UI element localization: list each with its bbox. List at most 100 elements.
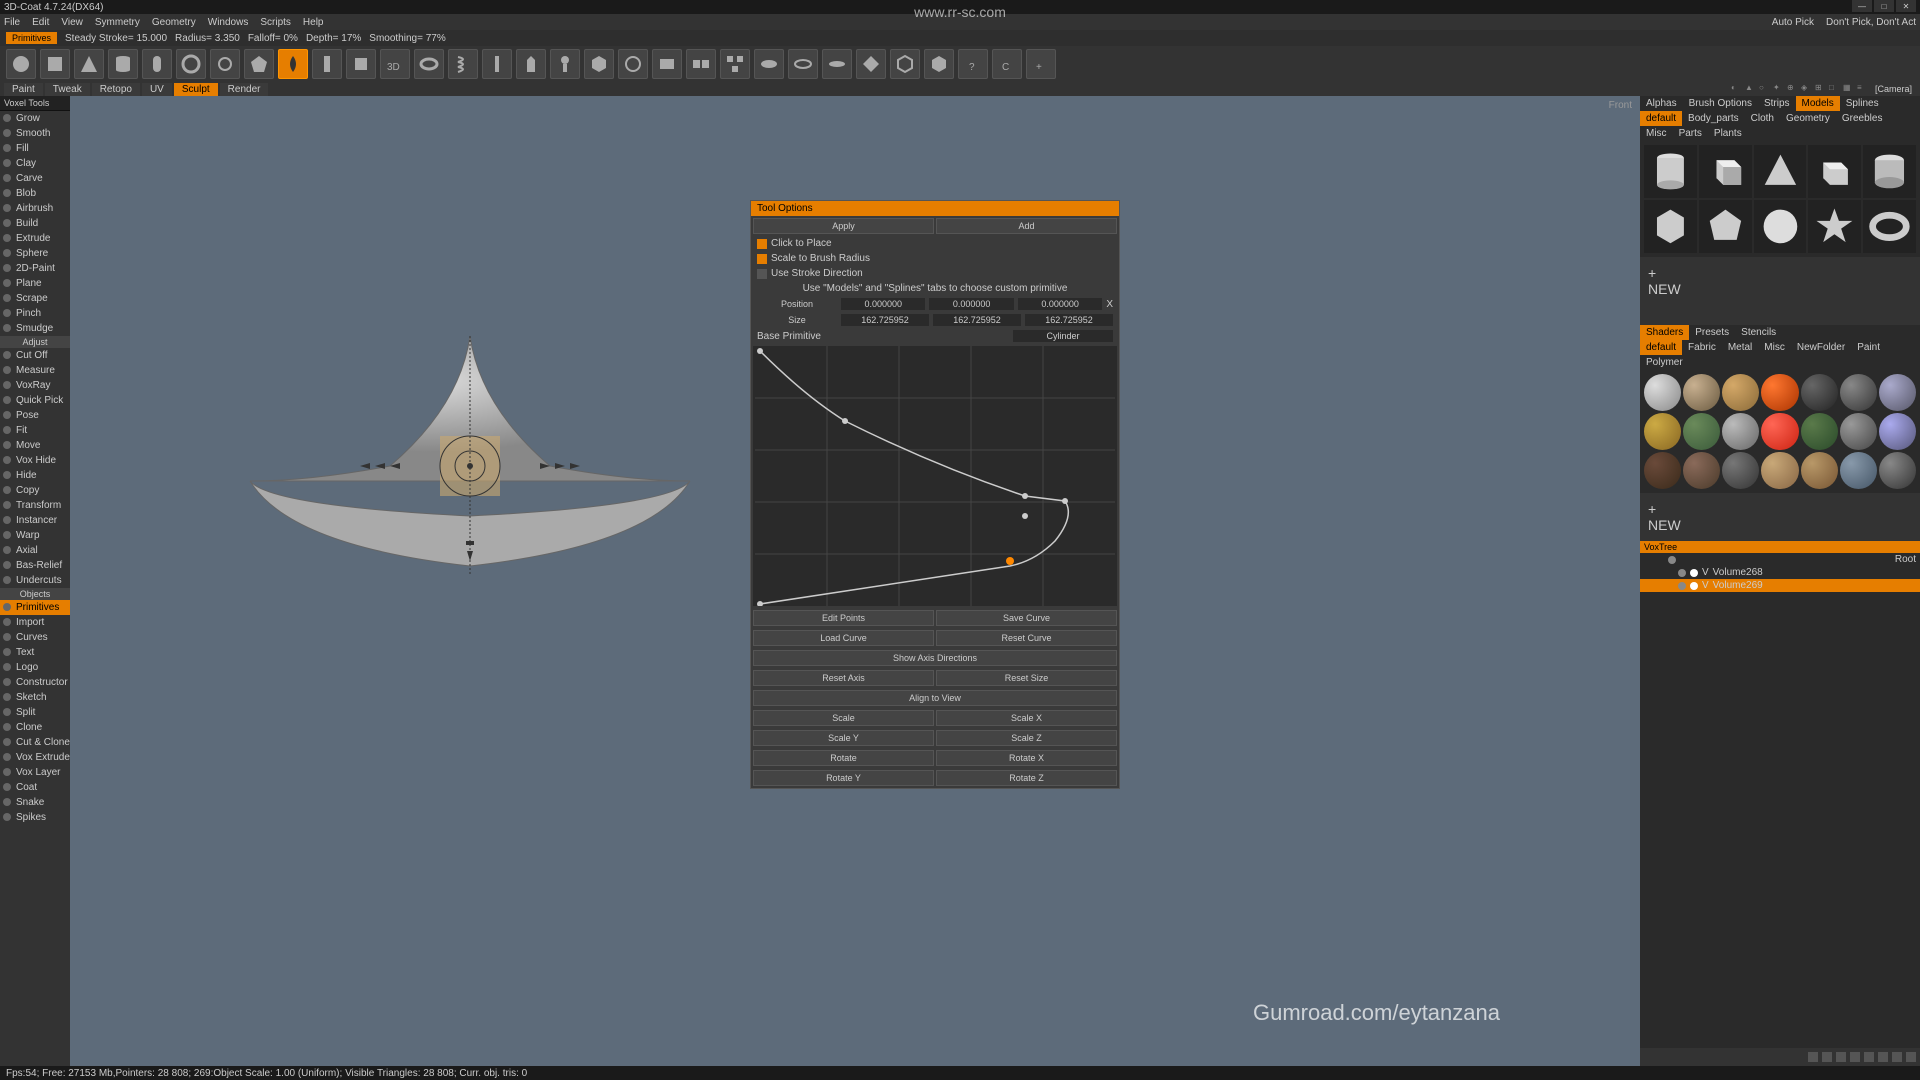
shader-item[interactable] xyxy=(1644,374,1681,411)
tool-airbrush[interactable]: Airbrush xyxy=(0,201,70,216)
tool-options-panel[interactable]: Tool Options Apply Add Click to Place Sc… xyxy=(750,200,1120,789)
menu-edit[interactable]: Edit xyxy=(32,17,49,28)
shader-sub-metal[interactable]: Metal xyxy=(1722,340,1758,355)
model-sphere[interactable] xyxy=(1754,200,1807,253)
model-icosa[interactable] xyxy=(1699,200,1752,253)
shader-item[interactable] xyxy=(1722,374,1759,411)
tool-hide[interactable]: Hide xyxy=(0,468,70,483)
subtab-cloth[interactable]: Cloth xyxy=(1745,111,1780,126)
tool-2dpaint[interactable]: 2D-Paint xyxy=(0,261,70,276)
tool-diamond-icon[interactable] xyxy=(856,49,886,79)
tool-hex-icon[interactable] xyxy=(890,49,920,79)
shader-item[interactable] xyxy=(1801,413,1838,450)
tool-tube-icon[interactable] xyxy=(176,49,206,79)
shader-sub-default[interactable]: default xyxy=(1640,340,1682,355)
shader-item[interactable] xyxy=(1683,413,1720,450)
tool-multi-icon[interactable] xyxy=(720,49,750,79)
tool-quickpick[interactable]: Quick Pick xyxy=(0,393,70,408)
tool-plane[interactable]: Plane xyxy=(0,276,70,291)
scalex-button[interactable]: Scale X xyxy=(936,710,1117,726)
shader-item[interactable] xyxy=(1879,452,1916,489)
tool-snake[interactable]: Snake xyxy=(0,795,70,810)
tool-grow[interactable]: Grow xyxy=(0,111,70,126)
tool-cone-icon[interactable] xyxy=(74,49,104,79)
model-torus[interactable] xyxy=(1863,200,1916,253)
tool-cylinder-icon[interactable] xyxy=(108,49,138,79)
tab-splines[interactable]: Splines xyxy=(1840,96,1885,111)
tool-refresh-icon[interactable]: C xyxy=(992,49,1022,79)
base-primitive-select[interactable]: Cylinder xyxy=(1013,330,1113,342)
tool-hex2-icon[interactable] xyxy=(924,49,954,79)
add-button[interactable]: Add xyxy=(936,218,1117,234)
tool-sphere-icon[interactable] xyxy=(6,49,36,79)
menu-file[interactable]: File xyxy=(4,17,20,28)
tool-undercuts[interactable]: Undercuts xyxy=(0,573,70,588)
menu-view[interactable]: View xyxy=(61,17,83,28)
shader-sub-misc[interactable]: Misc xyxy=(1758,340,1791,355)
menu-scripts[interactable]: Scripts xyxy=(260,17,291,28)
tool-scrape[interactable]: Scrape xyxy=(0,291,70,306)
subtab-misc[interactable]: Misc xyxy=(1640,126,1673,141)
tool-thread-icon[interactable] xyxy=(312,49,342,79)
model-cylinder2[interactable] xyxy=(1863,145,1916,198)
tool-spikes[interactable]: Spikes xyxy=(0,810,70,825)
vt-icon[interactable] xyxy=(1878,1052,1888,1062)
tool-text-icon[interactable]: 3D xyxy=(380,49,410,79)
tool-pose[interactable]: Pose xyxy=(0,408,70,423)
edit-points-button[interactable]: Edit Points xyxy=(753,610,934,626)
tool-ngon-icon[interactable] xyxy=(244,49,274,79)
curve-editor[interactable] xyxy=(753,346,1117,606)
shader-item[interactable] xyxy=(1761,452,1798,489)
shader-sub-fabric[interactable]: Fabric xyxy=(1682,340,1722,355)
tool-measure[interactable]: Measure xyxy=(0,363,70,378)
tool-torus-icon[interactable] xyxy=(414,49,444,79)
tool-cutclone[interactable]: Cut & Clone xyxy=(0,735,70,750)
rotate-button[interactable]: Rotate xyxy=(753,750,934,766)
camera-label[interactable]: [Camera] xyxy=(1871,84,1916,94)
size-z-input[interactable]: 162.725952 xyxy=(1025,314,1113,326)
size-x-input[interactable]: 162.725952 xyxy=(841,314,929,326)
falloff[interactable]: Falloff= 0% xyxy=(248,33,298,44)
model-cube[interactable] xyxy=(1699,145,1752,198)
vt-icon[interactable] xyxy=(1822,1052,1832,1062)
tool-smudge[interactable]: Smudge xyxy=(0,321,70,336)
shader-item[interactable] xyxy=(1879,413,1916,450)
model-cone[interactable] xyxy=(1754,145,1807,198)
reset-curve-button[interactable]: Reset Curve xyxy=(936,630,1117,646)
menu-help[interactable]: Help xyxy=(303,17,324,28)
vp-icon[interactable]: ▦ xyxy=(1843,83,1855,95)
model-star[interactable] xyxy=(1808,200,1861,253)
tool-disc-icon[interactable] xyxy=(822,49,852,79)
tool-bolt-icon[interactable] xyxy=(482,49,512,79)
shader-item[interactable] xyxy=(1801,374,1838,411)
close-button[interactable]: ✕ xyxy=(1896,0,1916,12)
shader-item[interactable] xyxy=(1761,413,1798,450)
tool-extrude[interactable]: Extrude xyxy=(0,231,70,246)
scaley-button[interactable]: Scale Y xyxy=(753,730,934,746)
tool-box-icon[interactable] xyxy=(652,49,682,79)
subtab-greebles[interactable]: Greebles xyxy=(1836,111,1889,126)
tool-washer-icon[interactable] xyxy=(618,49,648,79)
subtab-plants[interactable]: Plants xyxy=(1708,126,1748,141)
scalez-button[interactable]: Scale Z xyxy=(936,730,1117,746)
vp-icon[interactable]: □ xyxy=(1829,83,1841,95)
tool-fill[interactable]: Fill xyxy=(0,141,70,156)
tool-clone[interactable]: Clone xyxy=(0,720,70,735)
stroke-dir-checkbox[interactable] xyxy=(757,269,767,279)
shader-item[interactable] xyxy=(1644,452,1681,489)
room-tweak[interactable]: Tweak xyxy=(45,83,90,96)
tool-ellipse-icon[interactable] xyxy=(754,49,784,79)
shader-item[interactable] xyxy=(1722,452,1759,489)
tool-blob[interactable]: Blob xyxy=(0,186,70,201)
minimize-button[interactable]: — xyxy=(1852,0,1872,12)
shader-item[interactable] xyxy=(1840,413,1877,450)
tool-axial[interactable]: Axial xyxy=(0,543,70,558)
vt-icon[interactable] xyxy=(1864,1052,1874,1062)
tool-ring-icon[interactable] xyxy=(788,49,818,79)
reset-size-button[interactable]: Reset Size xyxy=(936,670,1117,686)
tool-screw-icon[interactable] xyxy=(516,49,546,79)
show-axis-button[interactable]: Show Axis Directions xyxy=(753,650,1117,666)
steady-stroke[interactable]: Steady Stroke= 15.000 xyxy=(65,33,167,44)
voxtree-root[interactable]: Root xyxy=(1640,553,1920,566)
menu-geometry[interactable]: Geometry xyxy=(152,17,196,28)
